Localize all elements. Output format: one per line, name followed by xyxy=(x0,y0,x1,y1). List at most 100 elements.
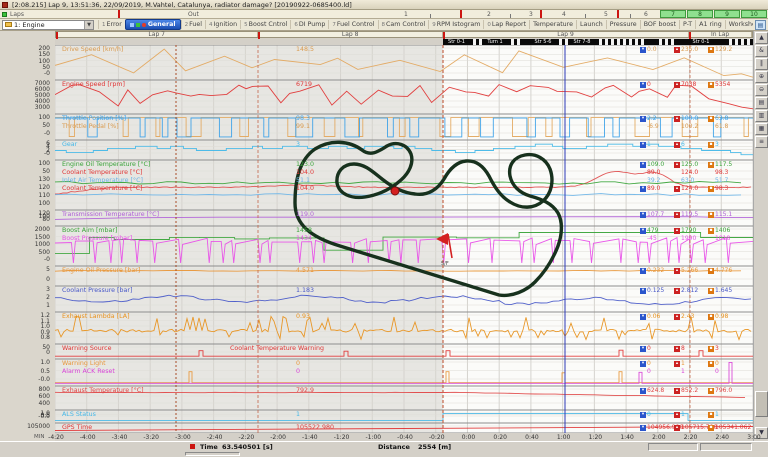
avg-icon: ▪ xyxy=(708,228,714,234)
layout-columns-icon[interactable]: ▥ xyxy=(755,110,768,122)
min-icon: ▾ xyxy=(640,162,646,168)
pause-icon[interactable]: ‖ xyxy=(755,58,768,70)
tab-fuel-control[interactable]: 7Fuel Control xyxy=(328,20,377,29)
track-section-checker[interactable] xyxy=(726,39,753,45)
track-section-label[interactable]: Str 5-6 xyxy=(530,39,556,45)
y-tick-label: 100 xyxy=(0,114,50,121)
lap-cell-selected[interactable]: 7 xyxy=(660,10,686,18)
stat-value: 3 xyxy=(715,345,742,352)
track-section-label[interactable]: Str 7-8 xyxy=(568,39,596,45)
zoom-in-icon[interactable]: ⊕ xyxy=(755,71,768,83)
tab-label: Lap Report xyxy=(492,21,526,28)
zoom-out-icon[interactable]: ⊖ xyxy=(755,84,768,96)
tab-worksheet[interactable]: Worksheet xyxy=(725,20,753,29)
chevron-down-icon[interactable]: ▼ xyxy=(84,21,93,29)
max-icon: ▴ xyxy=(674,162,680,168)
scroll-up-icon[interactable]: ▲ xyxy=(755,32,768,44)
worksheet-tools-icon[interactable]: ▤ xyxy=(755,20,766,30)
tab-status-icon xyxy=(136,23,140,27)
track-section-label[interactable]: Str 0-1 xyxy=(676,39,726,45)
status-cell xyxy=(700,443,752,451)
lap-number[interactable]: 4 xyxy=(562,11,566,18)
tab-rpm-istogram[interactable]: 9RPM Istogram xyxy=(428,20,483,29)
avg-icon: ▪ xyxy=(708,412,714,418)
lap-header-lap-8[interactable]: Lap 8 xyxy=(258,32,442,37)
stat-value: 119.5 xyxy=(681,211,708,218)
track-section-checker[interactable] xyxy=(470,39,482,45)
tab-lap-report[interactable]: 0Lap Report xyxy=(483,20,529,29)
list-icon[interactable]: ≡ xyxy=(755,136,768,148)
tab-general[interactable]: General xyxy=(125,19,181,30)
tab-error[interactable]: 1Error xyxy=(98,20,125,29)
tab-label: Error xyxy=(107,21,122,28)
stat-value: 5.266 xyxy=(681,267,708,274)
x-axis-unit: MIN xyxy=(34,434,44,440)
tab-shortcut: 5 xyxy=(244,22,248,28)
lap-header[interactable]: Lap 7Lap 8Lap 9In Lap xyxy=(55,31,753,38)
track-section-bar[interactable]: Str 0-1 Turn 1 Str 5-6 Str 7-8 Str 0-1 xyxy=(443,39,753,45)
tab-label: Ignition xyxy=(213,21,237,28)
tab-label: RPM Istogram xyxy=(437,21,481,28)
track-section-checker[interactable] xyxy=(556,39,568,45)
lap-header-lap-9[interactable]: Lap 9 xyxy=(443,32,689,37)
track-section-checker[interactable] xyxy=(520,39,530,45)
tab-temperature[interactable]: Temperature xyxy=(529,20,576,29)
stat-value: 1790 xyxy=(681,227,708,234)
tab-cam-control[interactable]: 8Cam Control xyxy=(378,20,429,29)
tab-fuel[interactable]: 2Fuel xyxy=(181,20,205,29)
tab-bof-boost[interactable]: BOF boost xyxy=(640,20,679,29)
channel-label: Drive Speed [km/h] xyxy=(62,46,123,53)
tab-label: Boost Cntrol xyxy=(249,21,288,28)
stat-value: 0 xyxy=(715,360,742,367)
laps-ruler[interactable]: Laps Out 12345678910 xyxy=(0,10,768,19)
tab-a1-ring[interactable]: A1 ring xyxy=(695,20,725,29)
tab-ignition[interactable]: 4Ignition xyxy=(205,20,240,29)
stat-value: 3 xyxy=(715,141,742,148)
track-section-checker[interactable] xyxy=(644,39,656,45)
h-scrollbar[interactable] xyxy=(185,452,240,456)
tab-boost-cntrol[interactable]: 5Boost Cntrol xyxy=(240,20,290,29)
time-value: 63.540501 [s] xyxy=(222,443,273,451)
track-section-label[interactable]: Str 0-1 xyxy=(443,39,470,45)
lap-tick xyxy=(585,14,586,18)
lap-header-in-lap[interactable]: In Lap xyxy=(689,32,752,37)
stat-value: 2.43 xyxy=(681,313,708,320)
stat-value: 0 xyxy=(647,411,674,418)
lap-cell-selected[interactable]: 10 xyxy=(741,10,767,18)
track-section-checker[interactable] xyxy=(508,39,520,45)
layout-rows-icon[interactable]: ▤ xyxy=(755,97,768,109)
channel-value: 4.571 xyxy=(296,267,314,274)
v-scrollbar-thumb[interactable] xyxy=(755,391,768,417)
stat-value: 0 xyxy=(647,360,674,367)
track-section-label[interactable]: Turn 1 xyxy=(482,39,508,45)
y-tick-label: -0 xyxy=(0,150,50,157)
channel-label: ALS Status xyxy=(62,411,96,418)
x-tick-label: -4:00 xyxy=(78,434,98,441)
tab-pressure[interactable]: Pressure xyxy=(606,20,640,29)
min-icon: ▾ xyxy=(640,288,646,294)
channel-stats: ▾107.7▴119.5▪115.1 xyxy=(640,211,742,218)
lap-number[interactable]: 2 xyxy=(487,11,491,18)
lap-number[interactable]: 6 xyxy=(644,11,648,18)
lap-number[interactable]: 3 xyxy=(529,11,533,18)
lap-number[interactable]: 1 xyxy=(404,11,408,18)
y-tick-label: 0.8 xyxy=(0,334,50,341)
channel-stats: ▾104956.980▴105715.780▪105341.062 xyxy=(640,424,742,431)
min-icon: ▾ xyxy=(640,47,646,53)
track-section-checker[interactable] xyxy=(596,39,644,45)
link-channels-icon[interactable]: & xyxy=(755,45,768,57)
lap-number[interactable]: 5 xyxy=(604,11,608,18)
stat-value: 0 xyxy=(647,81,674,88)
worksheet-group-select[interactable]: 1: Engine ▼ xyxy=(2,20,94,30)
tab-p-t[interactable]: P-T xyxy=(679,20,695,29)
grid-icon[interactable]: ▦ xyxy=(755,123,768,135)
avg-icon: ▪ xyxy=(708,116,714,122)
x-tick-label: -3:20 xyxy=(141,434,161,441)
tab-di-pump[interactable]: 6DI Pump xyxy=(290,20,328,29)
track-section-checker[interactable] xyxy=(656,39,676,45)
lap-cell-selected[interactable]: 9 xyxy=(714,10,740,18)
lap-cell-selected[interactable]: 8 xyxy=(687,10,713,18)
lap-header-lap-7[interactable]: Lap 7 xyxy=(56,32,258,37)
tab-launch[interactable]: Launch xyxy=(576,20,606,29)
stat-value: 1990 xyxy=(681,235,708,242)
